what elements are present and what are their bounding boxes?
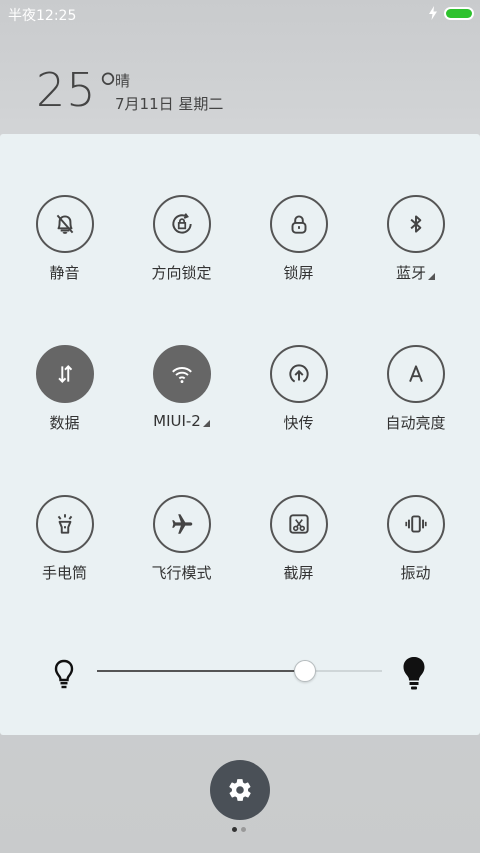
toggle-label: 数据 (49, 412, 79, 433)
toggle-rotation-lock[interactable]: 方向锁定 (123, 195, 240, 305)
weather-condition: 晴 (115, 72, 131, 90)
screenshot-icon (288, 514, 309, 534)
toggle-wifi[interactable]: MIUI-2 (123, 345, 240, 455)
rotation-lock-icon (171, 213, 192, 234)
expand-triangle-icon[interactable] (202, 420, 210, 427)
toggle-label: 振动 (400, 562, 430, 583)
toggle-bluetooth[interactable]: 蓝牙 (357, 195, 474, 305)
toggle-button[interactable] (35, 345, 94, 403)
page-dot-active (232, 827, 237, 832)
brightness-slider-fill (97, 670, 306, 672)
bulb-outline-icon (54, 659, 74, 689)
toggle-label-text: 振动 (400, 564, 431, 582)
toggle-label: MIUI-2 (153, 412, 210, 430)
toggle-label: 锁屏 (283, 262, 313, 283)
data-arrows-icon (57, 365, 72, 383)
toggle-label-text: 自动亮度 (385, 414, 446, 432)
bulb-filled-icon (403, 657, 425, 690)
toggle-button[interactable] (152, 495, 211, 553)
toggle-label-text: 方向锁定 (151, 264, 212, 282)
toggle-airplane[interactable]: 飞行模式 (123, 495, 240, 605)
status-time: 半夜12:25 (8, 8, 77, 24)
toggle-label-text: 飞行模式 (151, 564, 212, 582)
toggle-button[interactable] (386, 195, 445, 253)
gear-icon (229, 779, 251, 801)
toggle-label: 蓝牙 (396, 262, 435, 283)
toggle-label-text: 截屏 (283, 564, 314, 582)
toggle-label: 自动亮度 (385, 412, 445, 433)
airplane-icon (171, 514, 192, 534)
toggle-screenshot[interactable]: 截屏 (240, 495, 357, 605)
brightness-control (0, 654, 480, 694)
toggle-label: 手电筒 (42, 562, 87, 583)
toggle-button[interactable] (386, 495, 445, 553)
toggle-label-text: 锁屏 (283, 264, 314, 282)
toggle-label-text: 数据 (49, 414, 80, 432)
toggle-button[interactable] (35, 495, 94, 553)
toggle-button[interactable] (35, 195, 94, 253)
toggle-flashlight[interactable]: 手电筒 (6, 495, 123, 605)
toggle-button[interactable] (269, 495, 328, 553)
quick-settings-panel: 静音 方向锁定 锁屏 蓝牙数据 MIUI-2 快传 自动亮度手电筒 飞行模式 截屏 振动 (0, 134, 480, 735)
toggle-label: 快传 (283, 412, 313, 433)
battery-icon (444, 7, 474, 20)
expand-triangle-icon[interactable] (428, 273, 435, 280)
toggle-label-text: 手电筒 (41, 564, 87, 582)
toggle-bell-off[interactable]: 静音 (6, 195, 123, 305)
toggle-button[interactable] (269, 345, 328, 403)
toggle-label: 截屏 (283, 562, 313, 583)
page-dot (241, 827, 246, 832)
brightness-slider-thumb[interactable] (294, 660, 317, 682)
toggle-label: 方向锁定 (151, 262, 211, 283)
toggle-label-text: MIUI-2 (153, 412, 201, 430)
toggle-data-arrows[interactable]: 数据 (6, 345, 123, 455)
settings-button[interactable] (210, 760, 270, 820)
toggle-auto-brightness[interactable]: 自动亮度 (357, 345, 474, 455)
toggle-label-text: 快传 (283, 414, 314, 432)
vibrate-icon (404, 515, 427, 533)
brightness-slider[interactable] (97, 660, 382, 682)
toggle-label-text: 蓝牙 (395, 264, 426, 282)
toggle-vibrate[interactable]: 振动 (357, 495, 474, 605)
quick-transfer-icon (288, 364, 309, 383)
toggle-button[interactable] (386, 345, 445, 403)
wifi-icon (171, 367, 192, 383)
toggle-label: 飞行模式 (151, 562, 211, 583)
toggle-quick-transfer[interactable]: 快传 (240, 345, 357, 455)
bluetooth-icon (409, 215, 421, 233)
toggle-label-text: 静音 (49, 264, 80, 282)
page-indicator (232, 827, 252, 833)
flashlight-icon (57, 514, 72, 534)
toggle-button[interactable] (152, 195, 211, 253)
auto-brightness-icon (408, 365, 423, 382)
toggle-lock[interactable]: 锁屏 (240, 195, 357, 305)
date-label: 7月11日 星期二 (115, 95, 224, 113)
toggle-label: 静音 (49, 262, 79, 283)
temperature: 25° (36, 63, 121, 117)
toggle-button[interactable] (152, 345, 211, 403)
lock-icon (291, 215, 306, 234)
toggle-button[interactable] (269, 195, 328, 253)
bell-off-icon (56, 214, 73, 234)
status-bar: 半夜12:25 (0, 0, 480, 28)
charging-icon (429, 6, 437, 20)
